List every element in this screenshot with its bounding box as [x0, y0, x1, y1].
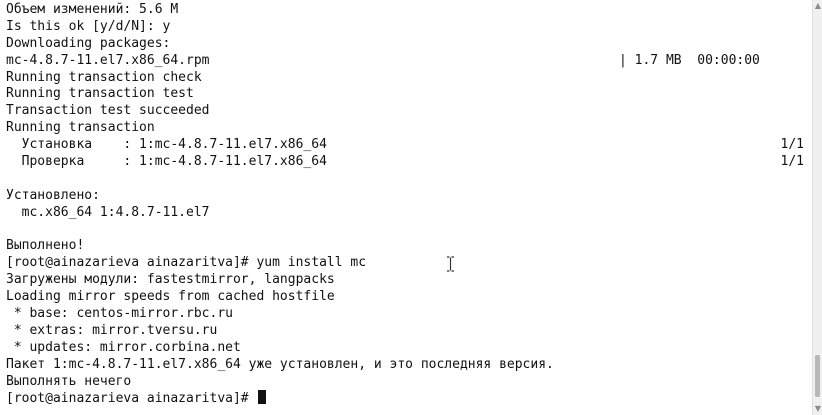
terminal-line: Running transaction — [0, 120, 812, 137]
terminal-line: Loading mirror speeds from cached hostfi… — [0, 289, 812, 306]
terminal-line: * base: centos-mirror.rbc.ru — [0, 306, 812, 323]
terminal-line: Is this ok [y/d/N]: y — [0, 19, 812, 36]
terminal-cursor — [258, 390, 267, 405]
i-beam-cursor-icon — [447, 256, 454, 272]
terminal-line-text: Загружены модули: fastestmirror, langpac… — [6, 272, 335, 288]
terminal-line-text: Объем изменений: 5.6 M — [6, 2, 179, 17]
terminal-line: [root@ainazarieva ainazaritva]# — [0, 390, 812, 407]
terminal-line: * extras: mirror.tversu.ru — [0, 323, 812, 340]
terminal-line-text: Transaction test succeeded — [6, 103, 210, 119]
terminal-line-text: [root@ainazarieva ainazaritva]# yum inst… — [6, 255, 367, 271]
terminal-window: Объем изменений: 5.6 M Is this ok [y/d/N]… — [0, 0, 822, 415]
terminal-line: Объем изменений: 5.6 M — [0, 2, 812, 19]
download-progress-info: | 1.7 MB 00:00:00 — [619, 52, 760, 68]
terminal-line: Running transaction test — [0, 86, 812, 103]
terminal-line: [root@ainazarieva ainazaritva]# yum inst… — [0, 255, 812, 272]
transaction-step-counter: 1/1 — [780, 154, 804, 170]
terminal-line-text: Running transaction — [6, 120, 155, 136]
scroll-down-arrow-icon[interactable]: ▼ — [814, 405, 822, 413]
terminal-line: Выполнено! — [0, 238, 812, 255]
terminal-line-text: Loading mirror speeds from cached hostfi… — [6, 289, 335, 305]
terminal-line-text: mc.x86_64 1:4.8.7-11.el7 — [6, 204, 210, 220]
terminal-line-text: Is this ok [y/d/N]: y — [6, 18, 171, 34]
terminal-line-text: Выполнено! — [6, 238, 85, 254]
terminal-line: Running transaction check — [0, 70, 812, 87]
terminal-line: Downloading packages: — [0, 36, 812, 53]
terminal-line-text: Выполнять нечего — [6, 373, 132, 389]
terminal-line-text: Running transaction test — [6, 86, 194, 102]
terminal-line: Проверка : 1:mc-4.8.7-11.el7.x86_64 1/1 — [0, 154, 812, 171]
scrollbar-thumb[interactable] — [815, 355, 820, 397]
terminal-line-text: mc-4.8.7-11.el7.x86_64.rpm — [6, 52, 210, 68]
terminal-line: Пакет 1:mc-4.8.7-11.el7.x86_64 уже устан… — [0, 357, 812, 374]
terminal-line-text: * base: centos-mirror.rbc.ru — [6, 306, 233, 322]
terminal-line: Transaction test succeeded — [0, 103, 812, 120]
terminal-line-text: Установка : 1:mc-4.8.7-11.el7.x86_64 — [6, 137, 327, 153]
terminal-line: Установка : 1:mc-4.8.7-11.el7.x86_64 1/1 — [0, 137, 812, 154]
terminal-line-text: Running transaction check — [6, 69, 202, 85]
terminal-line-text: Установлено: — [6, 187, 100, 203]
vertical-scrollbar[interactable]: ▲ ▼ — [812, 0, 822, 415]
terminal-line: Выполнять нечего — [0, 374, 812, 391]
transaction-step-counter: 1/1 — [780, 137, 804, 153]
terminal-line: * updates: mirror.corbina.net — [0, 340, 812, 357]
terminal-line: mc.x86_64 1:4.8.7-11.el7 — [0, 205, 812, 222]
terminal-line-text: Проверка : 1:mc-4.8.7-11.el7.x86_64 — [6, 154, 327, 170]
terminal-line-text: Пакет 1:mc-4.8.7-11.el7.x86_64 уже устан… — [6, 356, 554, 372]
terminal-line-text: Downloading packages: — [6, 35, 171, 51]
terminal-line: Загружены модули: fastestmirror, langpac… — [0, 272, 812, 289]
terminal-line-text: * updates: mirror.corbina.net — [6, 339, 241, 355]
terminal-line: Установлено: — [0, 188, 812, 205]
terminal-line-text: * extras: mirror.tversu.ru — [6, 322, 218, 338]
terminal-line: mc-4.8.7-11.el7.x86_64.rpm | 1.7 MB 00:00… — [0, 53, 812, 70]
scroll-up-arrow-icon[interactable]: ▲ — [814, 2, 822, 10]
terminal-output[interactable]: Объем изменений: 5.6 M Is this ok [y/d/N]… — [0, 0, 812, 415]
terminal-lines: Объем изменений: 5.6 M Is this ok [y/d/N]… — [0, 2, 812, 407]
terminal-line-text: [root@ainazarieva ainazaritva]# — [6, 390, 267, 408]
